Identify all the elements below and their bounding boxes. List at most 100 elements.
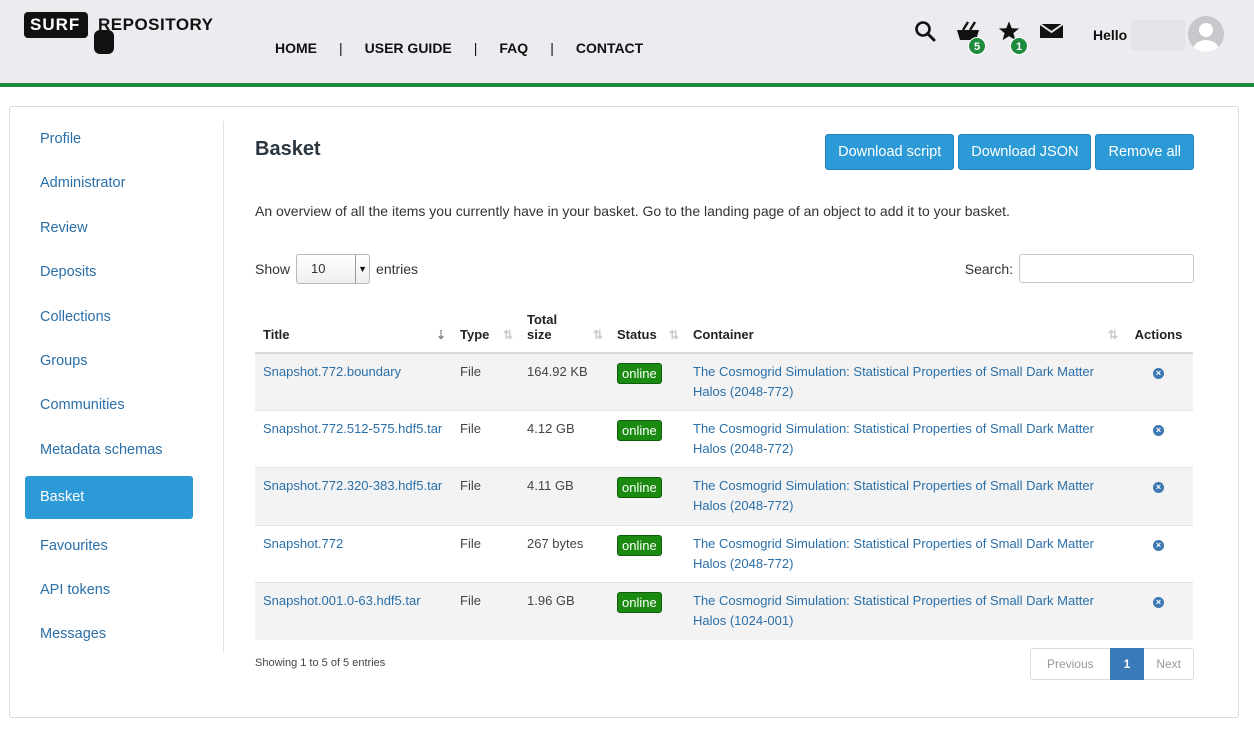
mail-icon[interactable]: [1039, 22, 1064, 46]
hello-text: Hello: [1093, 27, 1128, 43]
download-json-button[interactable]: Download JSON: [958, 134, 1092, 170]
sidebar-item-collections[interactable]: Collections: [25, 299, 195, 335]
sidebar-item-deposits[interactable]: Deposits: [25, 254, 195, 290]
page-title: Basket: [255, 138, 321, 160]
item-title-link[interactable]: Snapshot.772.boundary: [263, 364, 401, 379]
sidebar-item-groups[interactable]: Groups: [25, 343, 195, 379]
col-container[interactable]: Container ⇅: [685, 303, 1124, 354]
col-type-label: Type: [460, 327, 490, 342]
container-line-1: The Cosmogrid Simulation: Statistical Pr…: [693, 478, 1094, 494]
container-link[interactable]: The Cosmogrid Simulation: Statistical Pr…: [693, 362, 1116, 402]
status-badge: online: [617, 534, 662, 556]
col-size-label-1: Total: [527, 312, 558, 327]
table-row: Snapshot.001.0-63.hdf5.tar File 1.96 GB …: [255, 582, 1193, 640]
logo-repository-text: REPOSITORY: [98, 15, 214, 34]
item-type: File: [452, 353, 519, 411]
star-icon[interactable]: 1: [998, 20, 1028, 55]
sidebar-divider: [223, 121, 224, 653]
sidebar-item-profile[interactable]: Profile: [25, 121, 195, 157]
nav-separator: |: [550, 40, 554, 56]
basket-count-badge: 5: [968, 37, 986, 55]
nav-user-guide[interactable]: USER GUIDE: [365, 40, 452, 56]
sort-icon: ⇅: [1107, 328, 1118, 342]
sidebar-item-basket[interactable]: Basket: [25, 476, 193, 520]
remove-icon[interactable]: ×: [1153, 539, 1164, 551]
container-line-1: The Cosmogrid Simulation: Statistical Pr…: [693, 364, 1094, 379]
next-page-button[interactable]: Next: [1144, 648, 1194, 680]
basket-icon[interactable]: 5: [955, 20, 986, 55]
search-label: Search:: [964, 260, 1013, 277]
container-line-1: The Cosmogrid Simulation: Statistical Pr…: [693, 593, 1094, 609]
container-link[interactable]: The Cosmogrid Simulation: Statistical Pr…: [693, 591, 1116, 631]
content-card: Profile Administrator Review Deposits Co…: [9, 106, 1239, 718]
sort-icon: ⇅: [592, 328, 603, 342]
col-total-size[interactable]: Total size ⇅: [519, 303, 609, 354]
previous-page-button[interactable]: Previous: [1029, 648, 1110, 680]
col-type[interactable]: Type ⇅: [452, 303, 519, 354]
sort-icon: ⇅: [502, 328, 513, 342]
search-control: Search:: [965, 254, 1194, 283]
remove-all-button[interactable]: Remove all: [1095, 134, 1194, 170]
item-title-link[interactable]: Snapshot.772.512-575.hdf5.tar: [263, 421, 442, 436]
col-status-label: Status: [617, 327, 657, 342]
container-link[interactable]: The Cosmogrid Simulation: Statistical Pr…: [693, 534, 1116, 574]
item-type: File: [460, 593, 481, 609]
sidebar-item-review[interactable]: Review: [25, 210, 195, 246]
header-divider: [0, 83, 1254, 87]
page-intro: An overview of all the items you current…: [255, 203, 1010, 219]
search-input[interactable]: [1019, 254, 1194, 283]
pagination: Previous 1 Next: [1029, 648, 1194, 680]
item-title-link[interactable]: Snapshot.772.320-383.hdf5.tar: [263, 478, 442, 493]
sidebar-item-favourites[interactable]: Favourites: [25, 528, 195, 564]
col-title[interactable]: Title ⇣: [255, 303, 452, 354]
col-actions-label: Actions: [1134, 327, 1183, 342]
favourites-count-badge: 1: [1010, 37, 1028, 55]
username-placeholder: [1131, 20, 1185, 50]
sort-icon: ⇅: [668, 328, 679, 342]
item-size: 4.12 GB: [519, 410, 609, 469]
page-size-select[interactable]: 10 ▼: [296, 254, 371, 284]
container-line-1: The Cosmogrid Simulation: Statistical Pr…: [693, 420, 1094, 436]
table-row: Snapshot.772.320-383.hdf5.tar File 4.11 …: [255, 467, 1193, 526]
nav-faq[interactable]: FAQ: [499, 40, 528, 56]
sidebar-item-metadata-schemas[interactable]: Metadata schemas: [25, 432, 195, 468]
col-title-label: Title: [263, 327, 290, 342]
remove-icon[interactable]: ×: [1153, 424, 1164, 436]
page-1-button[interactable]: 1: [1109, 648, 1145, 680]
remove-icon[interactable]: ×: [1153, 368, 1164, 379]
container-link[interactable]: The Cosmogrid Simulation: Statistical Pr…: [693, 476, 1116, 516]
container-line-2: Halos (2048-772): [693, 384, 794, 399]
remove-icon[interactable]: ×: [1153, 597, 1164, 609]
remove-icon[interactable]: ×: [1153, 482, 1164, 494]
item-title-link[interactable]: Snapshot.772: [263, 536, 343, 551]
page-size-control: Show 10 ▼ entries: [255, 254, 418, 284]
show-label: Show: [255, 261, 291, 277]
search-icon[interactable]: [914, 20, 938, 44]
surf-repository-logo[interactable]: SURF REPOSITORY: [24, 10, 224, 56]
avatar-icon[interactable]: [1188, 16, 1224, 52]
item-type: File: [452, 410, 519, 469]
item-size: 1.96 GB: [527, 593, 575, 609]
sidebar-item-administrator[interactable]: Administrator: [25, 165, 195, 201]
col-actions: Actions: [1124, 303, 1193, 354]
nav-separator: |: [339, 40, 343, 56]
nav-contact[interactable]: CONTACT: [576, 40, 643, 56]
table-row: Snapshot.772 File 267 bytes online The C…: [255, 525, 1193, 584]
status-badge: online: [617, 363, 662, 384]
container-line-2: Halos (1024-001): [693, 613, 794, 629]
sidebar-item-messages[interactable]: Messages: [25, 616, 195, 652]
table-row: Snapshot.772.512-575.hdf5.tar File 4.12 …: [255, 410, 1193, 469]
item-size: 164.92 KB: [519, 353, 609, 411]
item-title-link[interactable]: Snapshot.001.0-63.hdf5.tar: [263, 593, 421, 608]
col-status[interactable]: Status ⇅: [609, 303, 685, 354]
toolbar: Download script Download JSON Remove all: [825, 134, 1194, 170]
sidebar-item-api-tokens[interactable]: API tokens: [25, 572, 195, 608]
container-line-2: Halos (2048-772): [693, 498, 794, 514]
table-row: Snapshot.772.boundary File 164.92 KB onl…: [255, 353, 1193, 411]
container-line-1: The Cosmogrid Simulation: Statistical Pr…: [693, 535, 1094, 551]
nav-home[interactable]: HOME: [275, 40, 317, 56]
download-script-button[interactable]: Download script: [825, 134, 955, 170]
sidebar-item-communities[interactable]: Communities: [25, 387, 195, 423]
container-link[interactable]: The Cosmogrid Simulation: Statistical Pr…: [693, 419, 1116, 459]
nav-separator: |: [473, 40, 478, 56]
